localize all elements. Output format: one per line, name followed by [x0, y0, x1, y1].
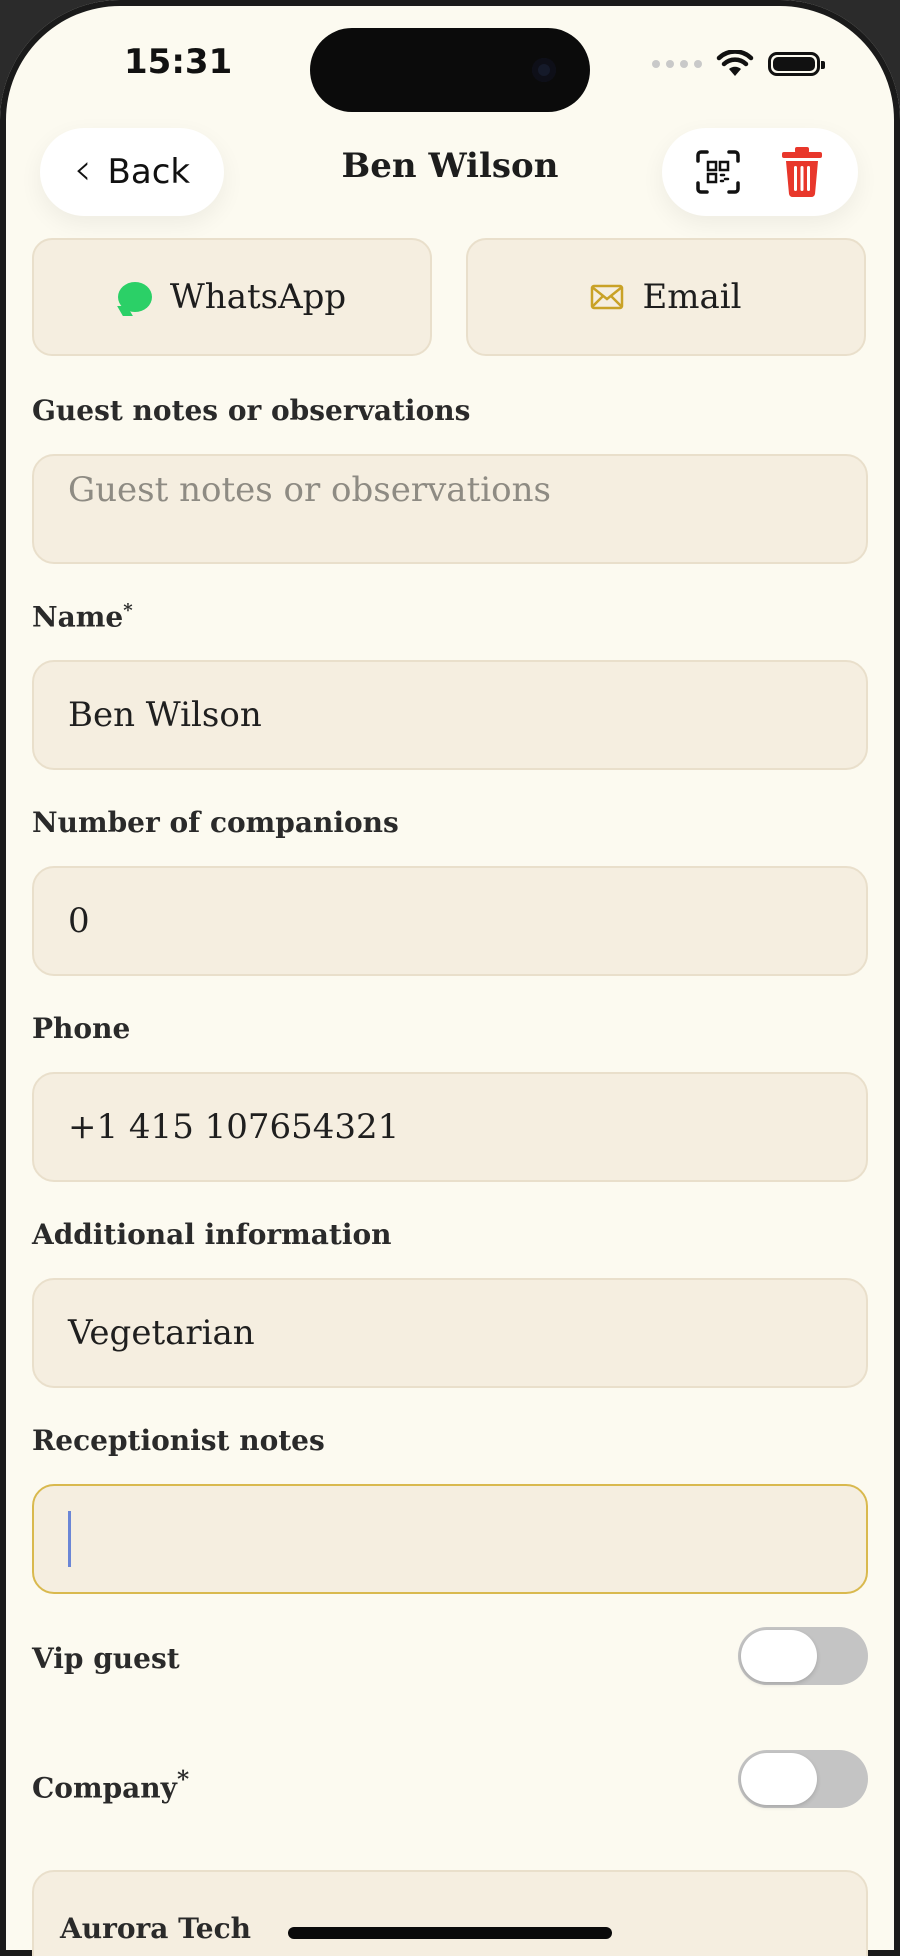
- receptionist-notes-field[interactable]: [32, 1484, 868, 1594]
- battery-icon: [768, 52, 825, 76]
- trash-icon: [782, 147, 822, 198]
- email-button[interactable]: Email: [466, 238, 866, 356]
- text-caret: [68, 1511, 71, 1567]
- vip-label: Vip guest: [32, 1642, 180, 1675]
- guest-notes-label: Guest notes or observations: [32, 394, 471, 427]
- phone-screen: 15:31 ‹ Back Ben Wilson WhatsApp Email G…: [0, 0, 900, 1956]
- name-field[interactable]: Ben Wilson: [32, 660, 868, 770]
- companions-field[interactable]: 0: [32, 866, 868, 976]
- additional-info-field[interactable]: Vegetarian: [32, 1278, 868, 1388]
- guest-notes-field[interactable]: Guest notes or observations: [32, 454, 868, 564]
- company-label: Company*: [32, 1765, 190, 1805]
- status-time: 15:31: [124, 42, 233, 82]
- company-value: Aurora Tech: [60, 1912, 251, 1945]
- home-indicator[interactable]: [288, 1927, 612, 1939]
- additional-info-label: Additional information: [32, 1218, 392, 1251]
- delete-button[interactable]: [772, 142, 832, 202]
- toggle-knob: [741, 1753, 817, 1805]
- email-label: Email: [642, 277, 742, 317]
- required-mark: *: [176, 1765, 190, 1793]
- whatsapp-label: WhatsApp: [169, 277, 347, 317]
- vip-toggle[interactable]: [738, 1627, 868, 1685]
- dynamic-island: [310, 28, 590, 112]
- phone-label: Phone: [32, 1012, 131, 1045]
- receptionist-notes-label: Receptionist notes: [32, 1424, 325, 1457]
- phone-field[interactable]: +1 415 107654321: [32, 1072, 868, 1182]
- toggle-knob: [741, 1630, 817, 1682]
- required-mark: *: [123, 600, 133, 621]
- companions-label: Number of companions: [32, 806, 399, 839]
- nav-actions: [662, 128, 858, 216]
- qr-code-button[interactable]: [688, 142, 748, 202]
- wifi-icon: [716, 50, 754, 76]
- qr-code-icon: [696, 150, 740, 194]
- mail-icon: [591, 284, 624, 310]
- name-label: Name*: [32, 600, 133, 634]
- status-icons: [652, 50, 825, 78]
- signal-icon: [652, 60, 702, 68]
- whatsapp-button[interactable]: WhatsApp: [32, 238, 432, 356]
- company-toggle[interactable]: [738, 1750, 868, 1808]
- camera-icon: [532, 58, 556, 82]
- whatsapp-icon: [117, 282, 152, 312]
